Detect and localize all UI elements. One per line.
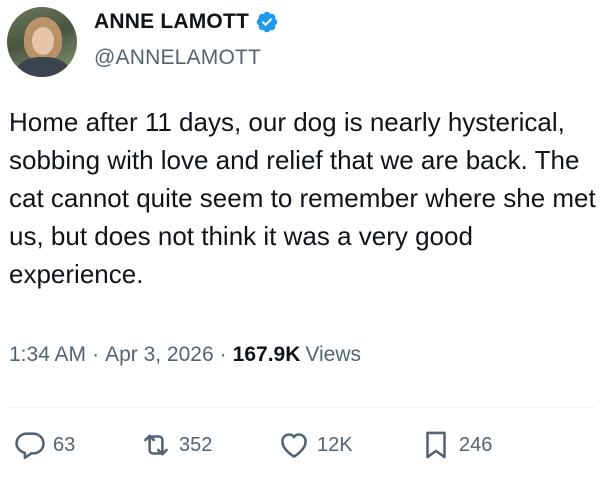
like-button[interactable]: 12K [277,428,353,462]
author-handle[interactable]: @ANNELAMOTT [94,46,261,70]
meta-separator: · [219,343,227,366]
tweet-date[interactable]: Apr 3, 2026 [105,343,214,367]
bookmark-button[interactable]: 246 [419,428,492,462]
reply-button[interactable]: 63 [13,428,75,462]
divider [9,407,595,408]
retweet-button[interactable]: 352 [139,428,212,462]
like-count: 12K [317,433,353,456]
action-bar: 63 352 12K 246 [9,428,599,468]
bookmark-icon [426,431,446,459]
tweet-text: Home after 11 days, our dog is nearly hy… [9,107,596,289]
meta-separator: · [92,343,100,366]
views-count: 167.9K [232,343,301,366]
tweet-meta: 1:34 AM · Apr 3, 2026 · 167.9K Views [9,343,361,367]
bookmark-count: 246 [459,433,493,456]
avatar[interactable] [7,7,77,77]
author-name-row: ANNE LAMOTT [94,10,279,34]
retweet-count: 352 [179,433,213,456]
avatar-face [32,27,54,55]
views-label: Views [305,343,362,366]
heart-icon [281,433,307,458]
retweet-icon [144,434,168,456]
reply-icon [15,432,45,460]
author-name[interactable]: ANNE LAMOTT [94,10,249,34]
verified-badge-icon [256,11,278,33]
avatar-shirt [17,57,69,77]
tweet-time[interactable]: 1:34 AM [9,343,86,367]
reply-count: 63 [53,433,76,456]
